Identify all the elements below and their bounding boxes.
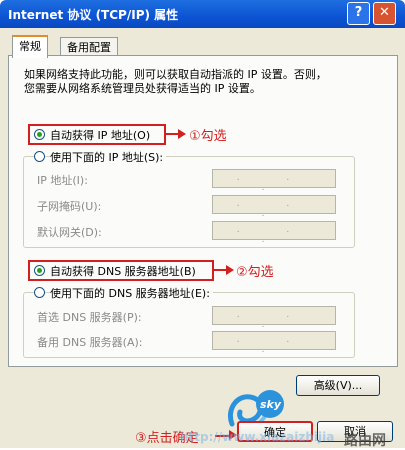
intro-line-2: 您需要从网络系统管理员处获得适当的 IP 设置。 (24, 82, 261, 95)
close-button[interactable]: ✕ (373, 2, 396, 25)
arrow-1-icon (178, 129, 186, 139)
auto-dns-radio[interactable] (34, 265, 45, 276)
manual-ip-radio[interactable] (34, 151, 45, 162)
subnet-mask-field[interactable]: . . . (212, 195, 336, 219)
alternate-dns-label: 备用 DNS 服务器(A): (37, 336, 143, 349)
gateway-label: 默认网关(D): (37, 226, 102, 239)
manual-ip-label[interactable]: 使用下面的 IP 地址(S): (50, 149, 167, 165)
logo-swirl-1 (228, 394, 263, 427)
ip-address-field[interactable]: . . . (212, 169, 336, 193)
auto-ip-label[interactable]: 自动获得 IP 地址(O) (50, 127, 150, 143)
ip-address-dots: . . . (236, 173, 312, 193)
preferred-dns-field[interactable]: . . . (212, 306, 336, 330)
help-icon: ? (354, 5, 363, 20)
arrow-2-icon (226, 265, 234, 275)
preferred-dns-label: 首选 DNS 服务器(P): (37, 311, 142, 324)
ip-address-label: IP 地址(I): (37, 174, 88, 187)
subnet-mask-label: 子网掩码(U): (37, 200, 102, 213)
alternate-dns-field[interactable]: . . . (212, 331, 336, 355)
auto-ip-radio[interactable] (34, 129, 45, 140)
alternate-dns-dots: . . . (236, 335, 312, 355)
manual-dns-radio[interactable] (34, 287, 45, 298)
gateway-field[interactable]: . . . (212, 221, 336, 245)
advanced-button[interactable]: 高级(V)... (296, 375, 380, 396)
subnet-mask-dots: . . . (236, 199, 312, 219)
auto-dns-label[interactable]: 自动获得 DNS 服务器地址(B) (50, 263, 196, 279)
tab-alternate-config[interactable]: 备用配置 (60, 37, 118, 57)
window-title: Internet 协议 (TCP/IP) 属性 (8, 8, 179, 22)
manual-dns-label[interactable]: 使用下面的 DNS 服务器地址(E): (50, 285, 213, 301)
preferred-dns-dots: . . . (236, 310, 312, 330)
watermark-url: http://www.xiazaizhijia (180, 430, 335, 444)
gateway-dots: . . . (236, 225, 312, 245)
watermark-brand: 路由网 (344, 433, 386, 449)
close-icon: ✕ (379, 5, 390, 20)
tab-general[interactable]: 常规 (12, 35, 48, 58)
annotation-1: ①勾选 (189, 129, 227, 144)
annotation-2: ②勾选 (236, 265, 274, 280)
watermark-logo-text: sky (260, 398, 282, 411)
help-button[interactable]: ? (347, 2, 370, 25)
